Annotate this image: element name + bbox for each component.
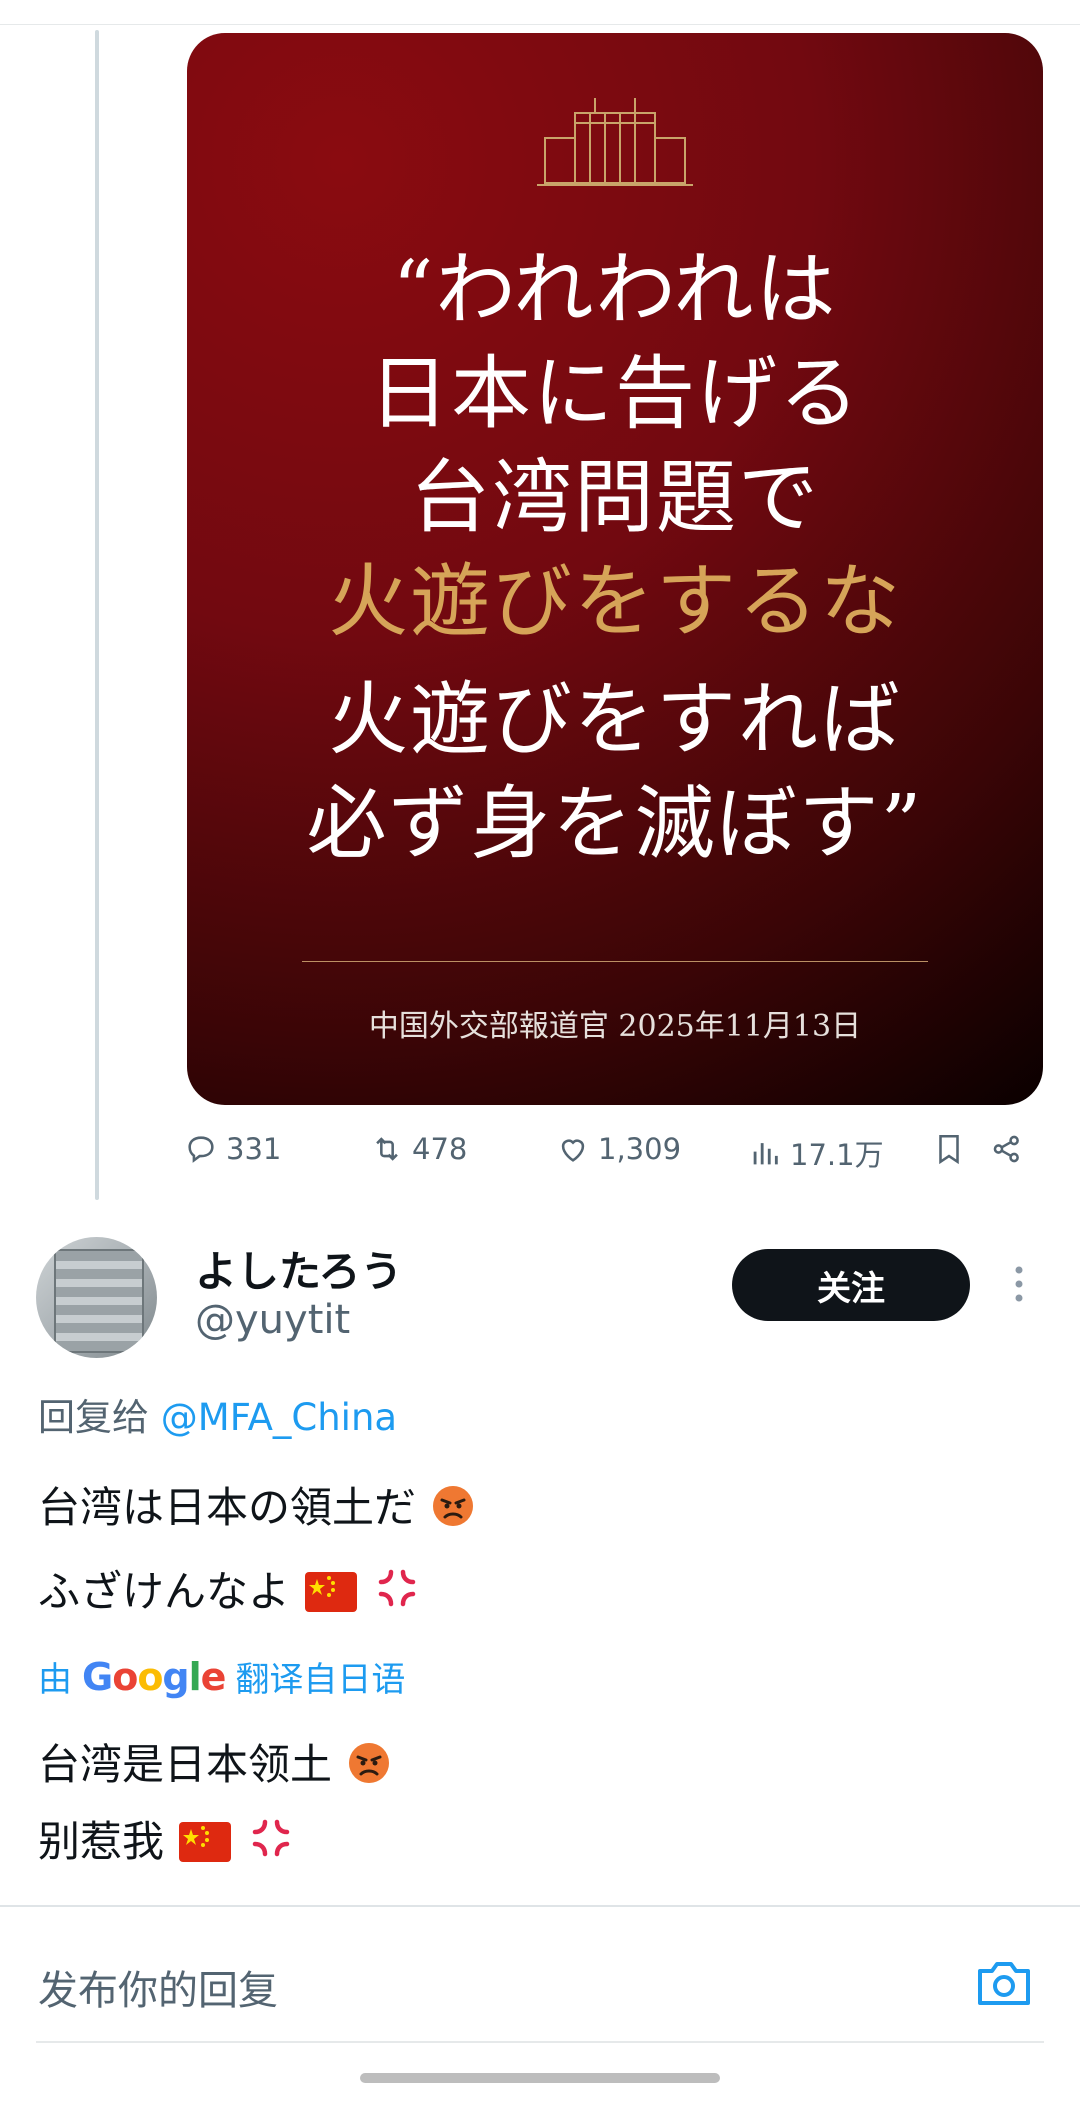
retweet-count: 478 [412, 1132, 468, 1166]
reply-text: 台湾は日本の領土だ [38, 1483, 417, 1532]
more-options-icon[interactable] [1004, 1262, 1034, 1306]
card-attribution: 中国外交部報道官 2025年11月13日 [368, 1009, 862, 1044]
china-flag-icon [179, 1822, 232, 1862]
tweet-actions: 331 478 1,309 17.1万 [184, 1132, 1050, 1176]
angry-face-icon [349, 1743, 390, 1783]
reply-to-line: 回复给 @MFA_China [38, 1387, 397, 1441]
reply-author-handle[interactable]: @yuytit [195, 1297, 350, 1343]
avatar[interactable] [36, 1237, 157, 1358]
follow-button[interactable]: 关注 [732, 1249, 970, 1321]
quote-image-card[interactable]: “われわれは 日本に告げる 台湾問題で 火遊びをするな 火遊びをすれば 必ず身を… [187, 33, 1043, 1105]
views-button[interactable]: 17.1万 [748, 1132, 884, 1174]
quote-line: “われわれは [392, 243, 838, 336]
translation-text-line: 台湾是日本领土 [38, 1735, 391, 1795]
quote-line-highlight: 火遊びをするな [328, 555, 902, 648]
quote-line: 台湾問題で [410, 451, 820, 544]
like-count: 1,309 [598, 1132, 682, 1166]
reply-input[interactable]: 发布你的回复 [38, 1958, 278, 2016]
translation-text: 台湾是日本领土 [38, 1740, 333, 1789]
quote-line: 必ず身を滅ぼす” [306, 777, 924, 870]
quote-line: 火遊びをすれば [328, 673, 902, 766]
heart-icon [561, 1139, 585, 1162]
top-divider [0, 0, 1080, 25]
card-divider [302, 961, 928, 962]
retweet-icon [376, 1137, 398, 1161]
angry-face-icon [433, 1486, 474, 1526]
reply-count: 331 [226, 1132, 282, 1166]
reply-author-name[interactable]: よしたろう [195, 1238, 402, 1299]
bookmark-button[interactable] [932, 1132, 974, 1166]
quote-text: “われわれは 日本に告げる 台湾問題で 火遊びをするな 火遊びをすれば 必ず身を… [187, 238, 1043, 876]
bottom-divider [36, 2041, 1044, 2043]
translation-text-line: 别惹我 [38, 1812, 295, 1872]
anger-symbol-icon [378, 1569, 415, 1607]
china-flag-icon [305, 1572, 358, 1612]
anger-symbol-icon [252, 1819, 289, 1857]
views-count: 17.1万 [790, 1138, 884, 1172]
home-indicator[interactable] [360, 2073, 720, 2083]
share-button[interactable] [990, 1132, 1032, 1166]
views-icon [753, 1143, 778, 1165]
quote-line: 日本に告げる [369, 347, 861, 440]
comment-icon [188, 1136, 214, 1163]
camera-icon[interactable] [974, 1955, 1034, 2011]
google-logo: Google [82, 1654, 226, 1699]
translation-attribution[interactable]: 由 Google 翻译自日语 [38, 1652, 405, 1701]
thread-line [95, 30, 99, 1200]
translated-suffix: 翻译自日语 [235, 1660, 406, 1700]
reply-text-line: ふざけんなよ [38, 1562, 421, 1622]
bookmark-icon [939, 1134, 959, 1165]
reply-button[interactable]: 331 [184, 1132, 281, 1166]
retweet-button[interactable]: 478 [370, 1132, 467, 1166]
reply-text: ふざけんなよ [38, 1567, 291, 1616]
translated-prefix: 由 [38, 1660, 72, 1700]
translation-text: 别惹我 [38, 1817, 165, 1866]
mention-link[interactable]: @MFA_China [161, 1396, 397, 1439]
like-button[interactable]: 1,309 [556, 1132, 681, 1166]
reply-to-label: 回复给 [38, 1396, 149, 1439]
reply-text-line: 台湾は日本の領土だ [38, 1478, 475, 1538]
building-icon [537, 98, 693, 186]
share-icon [993, 1135, 1019, 1163]
